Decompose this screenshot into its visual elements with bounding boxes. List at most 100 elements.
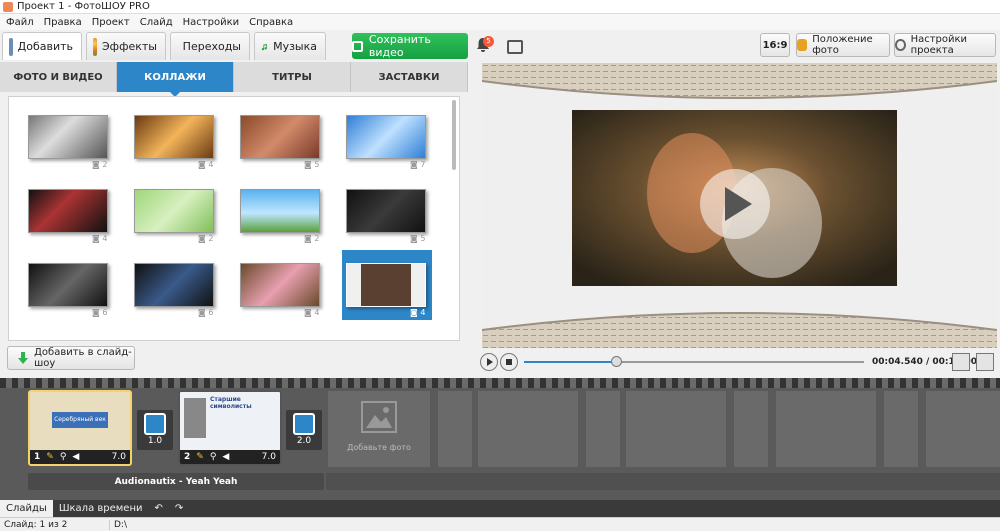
transition-icon: [144, 413, 166, 435]
undo-icon[interactable]: ↶: [149, 500, 169, 517]
empty-transition-slot: [438, 391, 472, 467]
collage-thumb[interactable]: [346, 189, 426, 233]
toolbar: Добавить Эффекты Переходы Музыка Сохрани…: [0, 30, 1000, 62]
subtab-photo-video[interactable]: ФОТО И ВИДЕО: [0, 62, 117, 92]
subtab-collages[interactable]: КОЛЛАЖИ: [117, 62, 234, 97]
add-to-slideshow-button[interactable]: Добавить в слайд-шоу: [7, 346, 135, 370]
empty-slide-slot: [926, 391, 1000, 467]
collage-thumb[interactable]: [28, 189, 108, 233]
empty-transition-slot: [586, 391, 620, 467]
subtab-intros[interactable]: ЗАСТАВКИ: [351, 62, 468, 92]
empty-transition-slot: [884, 391, 918, 467]
music-note-icon: [261, 43, 267, 50]
stop-button[interactable]: [500, 353, 518, 371]
gallery-scrollbar[interactable]: [452, 100, 456, 170]
collage-photo-count: ◙ 4: [198, 160, 214, 169]
star-icon: [177, 46, 178, 47]
content-subtabs: ФОТО И ВИДЕО КОЛЛАЖИ ТИТРЫ ЗАСТАВКИ: [0, 62, 468, 97]
fullscreen-icon[interactable]: [976, 353, 994, 371]
photo-gallery-icon[interactable]: [507, 40, 523, 54]
tab-slides[interactable]: Слайды: [0, 500, 53, 517]
transition-1[interactable]: 1.0: [137, 410, 173, 450]
player-controls: 00:04.540 / 00:13.000: [476, 348, 1000, 376]
edit-pencil-icon[interactable]: ✎: [46, 452, 54, 462]
collage-photo-count: ◙ 4: [304, 308, 320, 317]
empty-slide-slot: [626, 391, 726, 467]
collage-photo-count: ◙ 6: [198, 308, 214, 317]
add-photo-slot[interactable]: Добавьте фото: [328, 391, 430, 467]
status-slide-count: Слайд: 1 из 2: [0, 519, 110, 530]
save-disk-icon: [352, 40, 363, 52]
menu-settings[interactable]: Настройки: [179, 17, 245, 28]
collage-photo-count: ◙ 5: [410, 234, 426, 243]
photo-position-button[interactable]: Положение фото: [796, 33, 890, 57]
seek-progress: [524, 361, 616, 363]
collage-thumb-selected[interactable]: [346, 263, 426, 307]
collage-thumb[interactable]: [240, 115, 320, 159]
tab-timeline[interactable]: Шкала времени: [53, 500, 149, 517]
menu-bar: Файл Правка Проект Слайд Настройки Справ…: [0, 14, 1000, 30]
empty-slide-slot: [776, 391, 876, 467]
collage-photo-count: ◙ 2: [92, 160, 108, 169]
slide-thumbnail-1[interactable]: Серебряный век 1 ✎ ⚲ ◀ 7.0: [28, 390, 132, 466]
collage-photo-count: ◙ 2: [304, 234, 320, 243]
add-photo-icon: [361, 401, 397, 433]
notification-badge: 5: [483, 36, 494, 47]
seek-handle[interactable]: [610, 356, 622, 367]
menu-project[interactable]: Проект: [88, 17, 136, 28]
add-photo-label: Добавьте фото: [347, 443, 411, 452]
collage-thumb[interactable]: [134, 189, 214, 233]
add-photo-icon: [9, 37, 13, 56]
collage-photo-count: ◙ 5: [304, 160, 320, 169]
project-settings-button[interactable]: Настройки проекта: [894, 33, 996, 57]
collage-thumb[interactable]: [240, 189, 320, 233]
tab-transitions[interactable]: Переходы: [170, 32, 250, 60]
transition-2[interactable]: 2.0: [286, 410, 322, 450]
collage-thumb[interactable]: [28, 115, 108, 159]
collage-preview-graphic: [482, 63, 997, 348]
collage-thumb[interactable]: [346, 115, 426, 159]
slide-1-footer: 1 ✎ ⚲ ◀ 7.0: [30, 450, 130, 464]
tab-music[interactable]: Музыка: [254, 32, 326, 60]
gear-icon: [895, 39, 906, 51]
menu-slide[interactable]: Слайд: [136, 17, 179, 28]
bottom-tabs: Слайды Шкала времени ↶ ↷: [0, 500, 1000, 517]
zoom-icon[interactable]: ⚲: [210, 452, 217, 462]
app-icon: [3, 1, 13, 12]
aspect-ratio-button[interactable]: 16:9: [760, 33, 790, 57]
audio-icon[interactable]: ◀: [222, 452, 229, 462]
empty-slide-slot: [478, 391, 578, 467]
window-title: Проект 1 - ФотоШОУ PRO: [17, 1, 150, 12]
title-bar: Проект 1 - ФотоШОУ PRO: [0, 0, 1000, 14]
filmstrip-perforation: [0, 378, 1000, 388]
collage-photo-count: ◙ 4: [92, 234, 108, 243]
redo-icon[interactable]: ↷: [169, 500, 189, 517]
collage-thumb[interactable]: [134, 263, 214, 307]
photo-position-icon: [797, 39, 808, 51]
collage-thumb[interactable]: [134, 115, 214, 159]
down-arrow-icon: [18, 352, 29, 364]
zoom-icon[interactable]: ⚲: [60, 452, 67, 462]
collage-thumb[interactable]: [28, 263, 108, 307]
edit-pencil-icon[interactable]: ✎: [196, 452, 204, 462]
collage-photo-count: ◙ 7: [410, 160, 426, 169]
slide-1-caption: Серебряный век: [52, 412, 108, 428]
tab-add[interactable]: Добавить: [2, 32, 82, 60]
snapshot-camera-icon[interactable]: [952, 353, 970, 371]
audio-track[interactable]: Audionautix - Yeah Yeah: [28, 473, 324, 490]
play-button[interactable]: [480, 353, 498, 371]
slide-2-caption: Старшие символисты: [210, 396, 252, 410]
collage-photo-count: ◙ 2: [198, 234, 214, 243]
menu-help[interactable]: Справка: [245, 17, 299, 28]
slide-thumbnail-2[interactable]: Старшие символисты 2 ✎ ⚲ ◀ 7.0: [178, 390, 282, 466]
audio-icon[interactable]: ◀: [72, 452, 79, 462]
status-bar: Слайд: 1 из 2 D:\: [0, 517, 1000, 531]
preview-play-button: [700, 169, 770, 239]
menu-file[interactable]: Файл: [2, 17, 40, 28]
collage-thumb[interactable]: [240, 263, 320, 307]
slide-2-footer: 2 ✎ ⚲ ◀ 7.0: [180, 450, 280, 464]
menu-edit[interactable]: Правка: [40, 17, 88, 28]
subtab-titles[interactable]: ТИТРЫ: [234, 62, 351, 92]
tab-effects[interactable]: Эффекты: [86, 32, 166, 60]
save-video-button[interactable]: Сохранить видео: [352, 33, 468, 59]
